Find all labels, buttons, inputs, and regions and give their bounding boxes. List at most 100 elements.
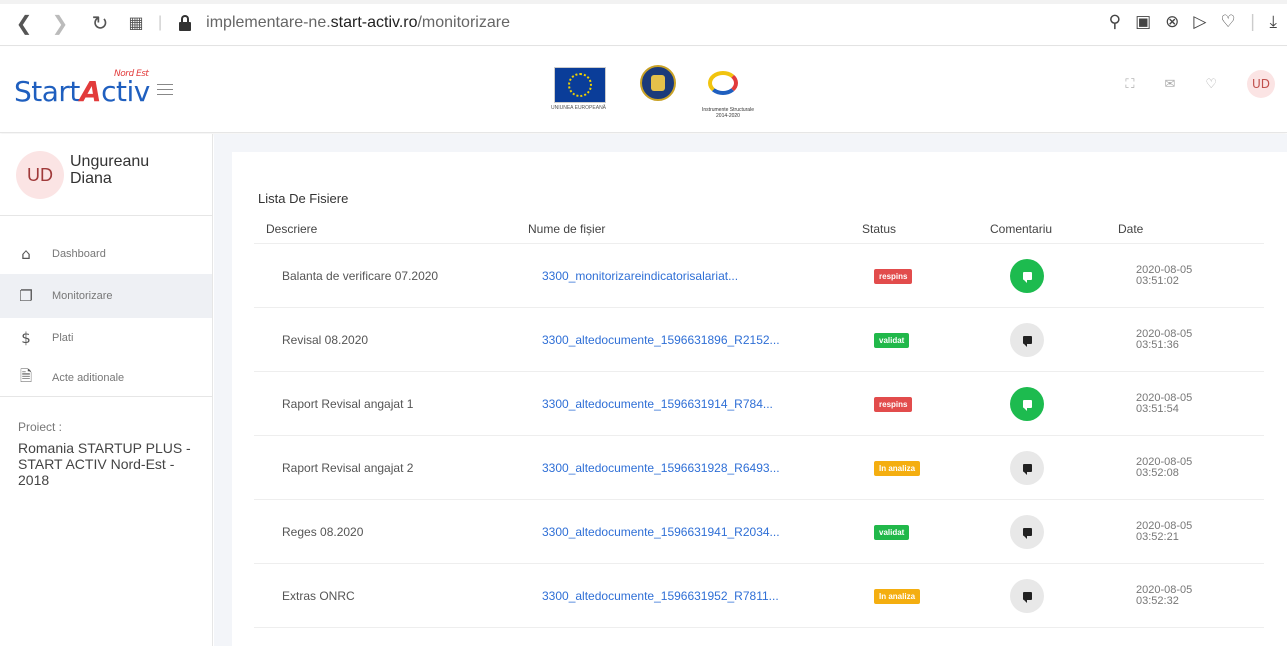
row-file-link[interactable]: 3300_monitorizareindicatorisalariat... (516, 269, 850, 283)
row-date-time: 03:52:32 (1136, 594, 1179, 607)
row-file-link[interactable]: 3300_altedocumente_1596631896_R2152... (516, 333, 850, 347)
apps-grid-icon[interactable]: ▦ (122, 13, 150, 32)
logo-ctiv: ctiv (101, 75, 150, 108)
comment-button[interactable] (1010, 258, 1044, 293)
back-icon[interactable]: ❮ (10, 11, 38, 35)
user-name: Ungureanu Diana (70, 153, 150, 187)
chat-bubble-icon (1022, 591, 1032, 603)
sidebar-item-label: Monitorizare (52, 290, 113, 302)
row-date: 2020-08-05 03:51:02 (1110, 264, 1264, 287)
row-file-link[interactable]: 3300_altedocumente_1596631928_R6493... (516, 461, 850, 475)
chat-bubble-icon (1022, 271, 1032, 283)
row-file-link[interactable]: 3300_altedocumente_1596631914_R784... (516, 397, 850, 411)
column-header-date: Date (1118, 221, 1144, 236)
status-badge: respins (874, 268, 913, 284)
sidebar-item-label: Acte aditionale (52, 372, 125, 384)
status-badge: In analiza (874, 588, 921, 604)
table-row: Raport Revisal angajat 1 3300_altedocumen… (254, 372, 1264, 436)
header-avatar[interactable]: UD (1247, 70, 1275, 98)
app-header: StartActiv Nord Est UNIUNEA EUROPEANĂ In… (0, 47, 1287, 133)
comment-button[interactable] (1010, 514, 1044, 549)
row-status: respins (850, 396, 980, 412)
eu-flag-logo (554, 67, 606, 103)
address-bar[interactable]: implementare-ne.start-activ.ro/monitoriz… (178, 14, 510, 32)
sidebar-item-plati[interactable]: $ Plati (0, 318, 212, 358)
sidebar-item-monitorizare[interactable]: ❐ Monitorizare (0, 274, 212, 318)
row-date: 2020-08-05 03:51:54 (1110, 392, 1264, 415)
comment-button[interactable] (1010, 578, 1044, 613)
chat-bubble-icon (1022, 399, 1032, 411)
browser-top-strip (0, 0, 1287, 4)
send-icon[interactable]: ▷ (1193, 12, 1206, 32)
status-badge: validat (874, 524, 910, 540)
column-header-descriere: Descriere (266, 221, 318, 236)
row-status: validat (850, 332, 980, 348)
table-row: Balanta de verificare 07.2020 3300_monito… (254, 244, 1264, 308)
row-date-time: 03:52:21 (1136, 530, 1179, 543)
url-path: /monitorizare (417, 13, 510, 31)
table-row: Extras ONRC 3300_altedocumente_1596631952… (254, 564, 1264, 628)
row-date: 2020-08-05 03:52:08 (1110, 455, 1264, 479)
actions-separator: | (1249, 12, 1256, 32)
row-date-day: 2020-08-05 (1136, 519, 1193, 532)
row-file-link[interactable]: 3300_altedocumente_1596631941_R2034... (516, 525, 850, 539)
structural-instruments-logo (702, 63, 748, 103)
fullscreen-icon[interactable]: ⛶ (1125, 77, 1134, 92)
url-prefix: implementare-ne. (206, 13, 331, 31)
row-date-time: 03:51:02 (1136, 274, 1179, 287)
start-activ-logo[interactable]: StartActiv Nord Est (14, 69, 150, 108)
row-descriere: Raport Revisal angajat 2 (282, 460, 414, 475)
files-table: Descriere Nume de fișier Status Comentar… (254, 214, 1264, 628)
row-date-day: 2020-08-05 (1136, 455, 1193, 468)
user-avatar[interactable]: UD (16, 151, 64, 199)
forward-icon[interactable]: ❯ (46, 11, 74, 35)
heart-icon[interactable]: ♡ (1221, 12, 1236, 32)
block-icon[interactable]: ⊗ (1165, 12, 1179, 32)
row-comment (980, 386, 1110, 421)
structural-caption: Instrumente Structurale 2014-2020 (693, 107, 763, 119)
struct-caption-line2: 2014-2020 (716, 113, 740, 119)
mail-icon[interactable]: ✉ (1164, 77, 1175, 92)
comment-button[interactable] (1010, 386, 1044, 421)
hamburger-menu-icon[interactable] (157, 84, 173, 96)
government-seal-logo (640, 65, 676, 101)
logo-a: A (79, 75, 102, 108)
comment-button[interactable] (1010, 450, 1044, 485)
row-date-time: 03:51:36 (1136, 338, 1179, 351)
comment-button[interactable] (1010, 322, 1044, 357)
header-actions: ⛶ ✉ ♡ UD (1125, 70, 1275, 98)
browser-toolbar: ❮ ❯ ↻ ▦ | implementare-ne.start-activ.ro… (0, 0, 1287, 46)
row-comment (980, 578, 1110, 613)
sidebar-item-label: Plati (52, 332, 74, 344)
files-card: Lista De Fisiere Descriere Nume de fișie… (232, 152, 1287, 646)
status-badge: respins (874, 396, 913, 412)
row-descriere: Revisal 08.2020 (282, 332, 369, 347)
sidebar-menu: ⌂ Dashboard ❐ Monitorizare $ Plati 🗎 Act… (0, 234, 212, 398)
sidebar-item-label: Dashboard (52, 248, 106, 260)
row-date: 2020-08-05 03:52:21 (1110, 519, 1264, 543)
main-content: Lista De Fisiere Descriere Nume de fișie… (214, 134, 1287, 646)
column-header-status: Status (862, 221, 897, 236)
row-date-day: 2020-08-05 (1136, 327, 1193, 340)
file-icon: 🗎 (19, 366, 33, 385)
user-profile: UD Ungureanu Diana (0, 134, 212, 216)
download-icon[interactable]: ⤓ (1269, 12, 1277, 32)
column-header-fisier: Nume de fișier (528, 221, 606, 236)
home-icon: ⌂ (21, 245, 31, 263)
row-file-link[interactable]: 3300_altedocumente_1596631952_R7811... (516, 589, 850, 603)
table-row: Revisal 08.2020 3300_altedocumente_159663… (254, 308, 1264, 372)
row-status: respins (850, 268, 980, 284)
sidebar-item-acte-aditionale[interactable]: 🗎 Acte aditionale (0, 358, 212, 398)
search-icon[interactable]: ⚲ (1109, 12, 1121, 32)
reload-icon[interactable]: ↻ (86, 11, 114, 35)
sidebar-item-dashboard[interactable]: ⌂ Dashboard (0, 234, 212, 274)
url-host: start-activ.ro (330, 13, 418, 31)
row-comment (980, 450, 1110, 485)
url-text[interactable]: implementare-ne.start-activ.ro/monitoriz… (206, 14, 510, 32)
camera-icon[interactable]: ▣ (1135, 12, 1151, 32)
row-comment (980, 514, 1110, 549)
chat-bubble-icon (1022, 335, 1032, 347)
row-date: 2020-08-05 03:51:36 (1110, 327, 1264, 351)
bell-icon[interactable]: ♡ (1205, 77, 1217, 92)
row-status: In analiza (850, 460, 980, 476)
